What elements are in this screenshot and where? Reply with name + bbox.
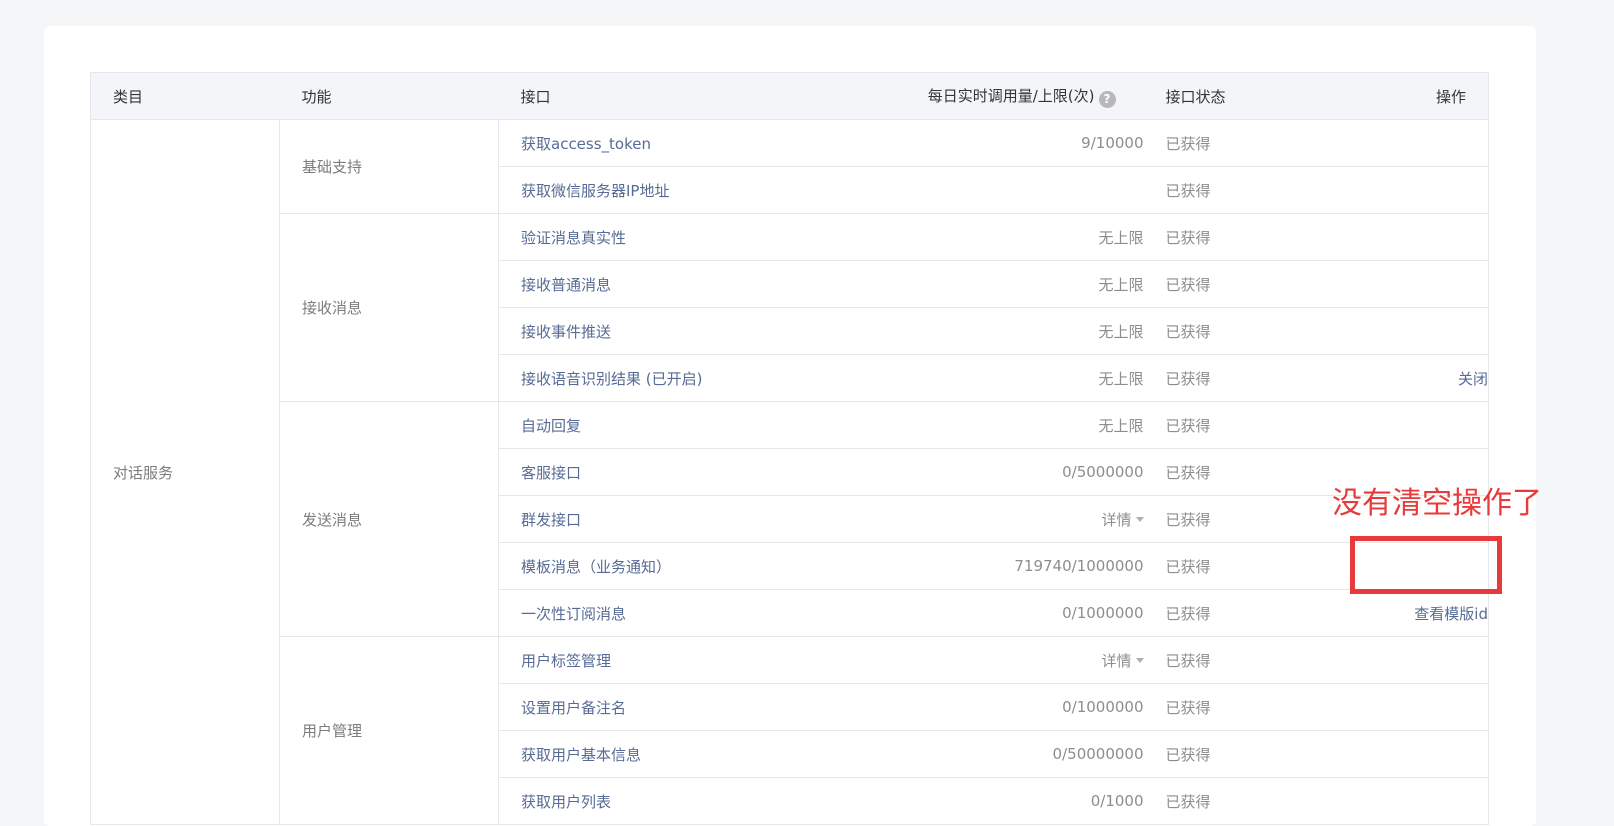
caret-down-icon [1135, 657, 1144, 663]
interface-name[interactable]: 接收普通消息 [498, 260, 764, 308]
header-status: 接口状态 [1143, 72, 1302, 120]
usage-limit: 0/1000000 [763, 589, 1144, 637]
status-text: 已获得 [1143, 542, 1302, 590]
interface-name[interactable]: 获取access_token [498, 119, 764, 167]
interface-name[interactable]: 获取微信服务器IP地址 [498, 166, 764, 214]
status-text: 已获得 [1143, 589, 1302, 637]
status-text: 已获得 [1143, 448, 1302, 496]
usage-limit: 无上限 [763, 401, 1144, 449]
usage-limit: 0/1000000 [763, 683, 1144, 731]
operation-cell [1301, 683, 1489, 731]
header-interface: 接口 [498, 72, 764, 120]
header-limit: 每日实时调用量/上限(次)? [763, 72, 1144, 120]
status-text: 已获得 [1143, 213, 1302, 261]
table-header-row: 类目 功能 接口 每日实时调用量/上限(次)? 接口状态 操作 [90, 72, 1489, 120]
usage-limit: 无上限 [763, 307, 1144, 355]
status-text: 已获得 [1143, 730, 1302, 778]
operation-cell [1301, 636, 1489, 684]
interface-name[interactable]: 客服接口 [498, 448, 764, 496]
operation-cell [1301, 213, 1489, 261]
header-operation: 操作 [1301, 72, 1489, 120]
interface-name[interactable]: 获取用户列表 [498, 777, 764, 825]
interface-name[interactable]: 群发接口 [498, 495, 764, 543]
status-text: 已获得 [1143, 119, 1302, 167]
annotation-highlight-box [1350, 536, 1502, 594]
status-text: 已获得 [1143, 495, 1302, 543]
header-function: 功能 [279, 72, 499, 120]
status-text: 已获得 [1143, 166, 1302, 214]
table-row: 对话服务 基础支持 获取access_token 9/10000 已获得 [90, 119, 1489, 825]
usage-limit: 无上限 [763, 354, 1144, 402]
details-dropdown[interactable]: 详情 [763, 495, 1144, 543]
operation-cell [1301, 730, 1489, 778]
usage-limit: 0/5000000 [763, 448, 1144, 496]
status-text: 已获得 [1143, 401, 1302, 449]
details-label: 详情 [1101, 510, 1132, 529]
operation-cell [1301, 260, 1489, 308]
status-text: 已获得 [1143, 260, 1302, 308]
status-text: 已获得 [1143, 777, 1302, 825]
operation-cell [1301, 166, 1489, 214]
interface-name[interactable]: 自动回复 [498, 401, 764, 449]
interface-name[interactable]: 设置用户备注名 [498, 683, 764, 731]
status-text: 已获得 [1143, 307, 1302, 355]
operation-cell [1301, 401, 1489, 449]
close-link[interactable]: 关闭 [1301, 354, 1489, 402]
interface-name[interactable]: 用户标签管理 [498, 636, 764, 684]
function-cell: 发送消息 [279, 401, 499, 637]
operation-cell [1301, 119, 1489, 167]
interface-name[interactable]: 接收语音识别结果 (已开启) [498, 354, 764, 402]
usage-limit: 无上限 [763, 213, 1144, 261]
interface-name[interactable]: 接收事件推送 [498, 307, 764, 355]
usage-limit: 0/1000 [763, 777, 1144, 825]
interface-name[interactable]: 一次性订阅消息 [498, 589, 764, 637]
header-category: 类目 [90, 72, 280, 120]
usage-limit: 719740/1000000 [763, 542, 1144, 590]
function-cell: 基础支持 [279, 119, 499, 214]
category-cell: 对话服务 [90, 119, 280, 825]
interface-name[interactable]: 验证消息真实性 [498, 213, 764, 261]
interface-name[interactable]: 获取用户基本信息 [498, 730, 764, 778]
usage-limit: 无上限 [763, 260, 1144, 308]
details-dropdown[interactable]: 详情 [763, 636, 1144, 684]
function-cell: 用户管理 [279, 636, 499, 825]
table-row: 接收消息 验证消息真实性 无上限 已获得 [91, 213, 1489, 402]
annotation-text: 没有清空操作了 [1332, 486, 1542, 521]
header-limit-label: 每日实时调用量/上限(次) [927, 86, 1095, 105]
details-label: 详情 [1101, 651, 1132, 670]
caret-down-icon [1135, 516, 1144, 522]
usage-limit [763, 166, 1144, 214]
status-text: 已获得 [1143, 683, 1302, 731]
interface-name[interactable]: 模板消息（业务通知） [498, 542, 764, 590]
operation-cell [1301, 307, 1489, 355]
api-permission-table: 类目 功能 接口 每日实时调用量/上限(次)? 接口状态 操作 对话服务 基础支… [90, 72, 1489, 825]
table-row: 用户管理 用户标签管理 详情 已获得 [91, 636, 1489, 825]
status-text: 已获得 [1143, 354, 1302, 402]
function-cell: 接收消息 [279, 213, 499, 402]
question-circle-icon[interactable]: ? [1098, 90, 1116, 108]
status-text: 已获得 [1143, 636, 1302, 684]
operation-cell [1301, 777, 1489, 825]
usage-limit: 9/10000 [763, 119, 1144, 167]
view-template-id-link[interactable]: 查看模版id [1301, 589, 1489, 637]
table-row: 发送消息 自动回复 无上限 已获得 [91, 401, 1489, 637]
usage-limit: 0/50000000 [763, 730, 1144, 778]
